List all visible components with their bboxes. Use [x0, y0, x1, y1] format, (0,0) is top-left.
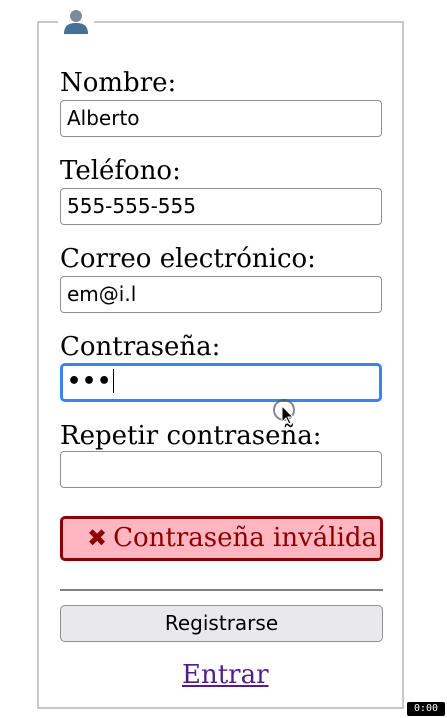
nombre-label: Nombre:: [60, 68, 177, 98]
error-x-icon: ✖: [87, 524, 108, 552]
telefono-input[interactable]: 555-555-555: [60, 188, 382, 225]
registrarse-button[interactable]: Registrarse: [60, 605, 383, 642]
contrasena-label: Contraseña:: [60, 332, 221, 362]
correo-input[interactable]: em@i.l: [60, 276, 382, 313]
correo-label: Correo electrónico:: [60, 244, 316, 274]
contrasena-input[interactable]: •••: [60, 363, 382, 402]
repetir-contrasena-input[interactable]: [60, 451, 382, 488]
divider: [60, 589, 383, 591]
user-icon: [64, 10, 88, 34]
entrar-link[interactable]: Entrar: [182, 659, 269, 691]
nombre-input[interactable]: Alberto: [60, 100, 382, 137]
mouse-cursor-icon: [273, 399, 295, 425]
telefono-label: Teléfono:: [60, 156, 181, 186]
error-text: Contraseña inválida: [113, 523, 378, 553]
error-message: ✖ Contraseña inválida: [60, 516, 383, 561]
text-caret: [113, 368, 115, 393]
password-value: •••: [67, 369, 113, 394]
recording-timer: 0:00: [407, 702, 445, 716]
